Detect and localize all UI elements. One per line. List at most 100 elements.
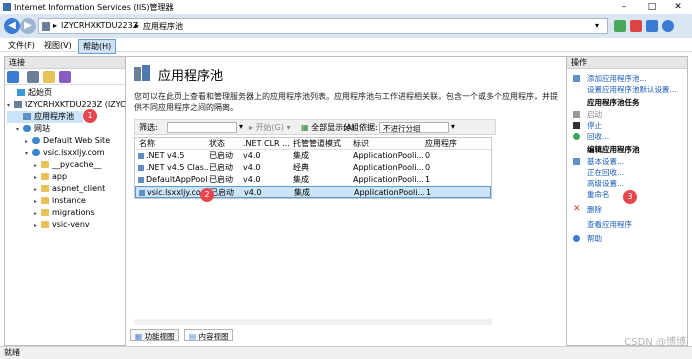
tab-content-view[interactable]: ▤ 内容视图 bbox=[184, 329, 234, 341]
go-button[interactable]: ▸ 开始(G) ▾ bbox=[249, 122, 291, 133]
step-badge-3: 3 bbox=[623, 190, 637, 204]
home-icon[interactable] bbox=[646, 20, 658, 32]
tree-item-default-site[interactable]: ▸ Default Web Site bbox=[7, 135, 125, 147]
app-pools-icon bbox=[134, 65, 152, 83]
sites-icon bbox=[23, 125, 31, 132]
step-badge-1: 1 bbox=[83, 109, 97, 123]
filter-input[interactable] bbox=[167, 122, 237, 133]
connections-header: 连接 bbox=[5, 57, 125, 69]
tree-item-folder[interactable]: ▸ __pycache__ bbox=[7, 159, 125, 171]
connections-pane: 连接 起始页 ▾ IZYCRHXKTDU223Z (IZYCR 应用程序池 ▾ 网站… bbox=[4, 56, 131, 346]
action-delete[interactable]: ✕ 删除 bbox=[567, 204, 687, 215]
maximize-icon[interactable]: □ bbox=[638, 0, 666, 14]
connect-icon[interactable] bbox=[7, 71, 19, 83]
add-pool-icon bbox=[573, 75, 580, 82]
col-apps[interactable]: 应用程序 bbox=[425, 138, 475, 150]
help-icon[interactable] bbox=[662, 20, 674, 32]
table-row[interactable]: .NET v4.5 已启动 v4.0 集成 ApplicationPooli..… bbox=[135, 150, 491, 162]
tree-item-start[interactable]: 起始页 bbox=[7, 87, 125, 99]
tree-item-vsic[interactable]: ▾ vsic.lsxxljy.com bbox=[7, 147, 125, 159]
tree-item-folder[interactable]: ▸ vsic-venv bbox=[7, 219, 125, 231]
page-description: 您可以在此页上查看和管理服务器上的应用程序池列表。应用程序池与工作进程相关联，包… bbox=[134, 92, 558, 112]
group-by-select[interactable]: 不进行分组 bbox=[379, 122, 449, 133]
action-advanced-settings[interactable]: 高级设置... bbox=[567, 178, 687, 189]
folder-icon bbox=[41, 173, 49, 180]
globe-icon bbox=[32, 149, 40, 156]
breadcrumb[interactable]: ▸ IZYCRHXKTDU223Z ▸ 应用程序池 ▾ bbox=[38, 18, 608, 34]
save-icon[interactable] bbox=[27, 71, 39, 83]
pool-icon bbox=[138, 153, 144, 159]
action-add-pool[interactable]: 添加应用程序池... bbox=[567, 73, 687, 84]
refresh-icon[interactable] bbox=[614, 20, 626, 32]
main-pane: 应用程序池 您可以在此页上查看和管理服务器上的应用程序池列表。应用程序池与工作进… bbox=[126, 56, 566, 346]
collapse-icon[interactable]: ▾ bbox=[16, 124, 23, 136]
forward-icon[interactable]: ▶ bbox=[20, 18, 36, 34]
step-badge-2: 2 bbox=[200, 188, 214, 202]
show-all-icon: ▦ bbox=[301, 123, 309, 132]
action-start[interactable]: 启动 bbox=[567, 109, 687, 120]
folder-icon bbox=[41, 209, 49, 216]
collapse-icon[interactable]: ▾ bbox=[25, 148, 32, 160]
tree-item-folder[interactable]: ▸ aspnet_client bbox=[7, 183, 125, 195]
menu-help[interactable]: 帮助(H) bbox=[78, 39, 117, 54]
expand-icon[interactable]: ▸ bbox=[34, 220, 41, 232]
content-view-icon: ▤ bbox=[189, 332, 197, 341]
action-basic-settings[interactable]: 基本设置... bbox=[567, 156, 687, 167]
tree-item-app-pools[interactable]: 应用程序池 bbox=[7, 111, 83, 123]
back-icon[interactable]: ◀ bbox=[4, 18, 20, 34]
status-bar: 就绪 bbox=[0, 346, 692, 359]
up-icon[interactable] bbox=[43, 71, 55, 83]
stop-icon[interactable] bbox=[630, 20, 642, 32]
minimize-icon[interactable]: – bbox=[610, 0, 638, 14]
table-row[interactable]: DefaultAppPool 已启动 v4.0 集成 ApplicationPo… bbox=[135, 174, 491, 186]
col-pipeline[interactable]: 托管管道模式 bbox=[293, 138, 351, 150]
actions-list: 添加应用程序池... 设置应用程序池默认设置... 应用程序池任务 启动 停止 … bbox=[567, 73, 687, 244]
start-page-icon bbox=[17, 89, 25, 96]
breadcrumb-page[interactable]: 应用程序池 bbox=[143, 21, 183, 32]
tree-item-sites[interactable]: ▾ 网站 bbox=[7, 123, 125, 135]
folder-icon bbox=[41, 221, 49, 228]
pool-icon bbox=[138, 165, 144, 171]
tree-item-folder[interactable]: ▸ instance bbox=[7, 195, 125, 207]
tree-item-folder[interactable]: ▸ app bbox=[7, 171, 125, 183]
folder-icon bbox=[41, 185, 49, 192]
address-bar: ◀ ▶ ▸ IZYCRHXKTDU223Z ▸ 应用程序池 ▾ bbox=[0, 14, 692, 38]
server-icon bbox=[14, 101, 22, 108]
features-view-icon: ▦ bbox=[135, 332, 143, 341]
recycle-icon bbox=[573, 133, 580, 140]
col-name[interactable]: 名称 bbox=[139, 138, 209, 150]
tab-features-view[interactable]: ▦ 功能视图 bbox=[130, 329, 180, 341]
dropdown-icon[interactable]: ▾ bbox=[595, 21, 599, 30]
tree-item-folder[interactable]: ▸ migrations bbox=[7, 207, 125, 219]
breadcrumb-sep-icon: ▸ bbox=[53, 21, 58, 30]
folder-icon bbox=[41, 161, 49, 168]
col-status[interactable]: 状态 bbox=[209, 138, 243, 150]
breadcrumb-host[interactable]: IZYCRHXKTDU223Z bbox=[61, 21, 138, 30]
col-clr[interactable]: .NET CLR ... bbox=[243, 138, 291, 150]
actions-pane: 操作 添加应用程序池... 设置应用程序池默认设置... 应用程序池任务 启动 … bbox=[566, 56, 688, 346]
stop-icon bbox=[573, 122, 580, 129]
server-icon bbox=[42, 22, 50, 31]
filter-bar: 筛选: ▾ ▸ 开始(G) ▾ ▦ 全部显示(A) 分组依据: 不进行分组 ▾ bbox=[134, 119, 496, 135]
globe-icon bbox=[32, 137, 40, 144]
action-view-apps[interactable]: 查看应用程序 bbox=[567, 219, 687, 230]
menu-view[interactable]: 视图(V) bbox=[40, 39, 76, 52]
table-row-selected[interactable]: vsic.lsxxljy.com 已启动 v4.0 集成 Application… bbox=[135, 186, 491, 198]
tree-item-server[interactable]: ▾ IZYCRHXKTDU223Z (IZYCR bbox=[7, 99, 131, 112]
col-identity[interactable]: 标识 bbox=[353, 138, 423, 150]
action-help[interactable]: 帮助 bbox=[567, 233, 687, 244]
close-icon[interactable]: ✕ bbox=[664, 0, 692, 14]
scrollbar[interactable] bbox=[134, 319, 492, 325]
page-title: 应用程序池 bbox=[158, 69, 224, 84]
table-row[interactable]: .NET v4.5 Clas... 已启动 v4.0 经典 Applicatio… bbox=[135, 162, 491, 174]
action-stop[interactable]: 停止 bbox=[567, 120, 687, 131]
filter-dropdown-icon[interactable]: ▾ bbox=[239, 122, 243, 131]
disconnect-icon[interactable] bbox=[59, 71, 71, 83]
action-recycle[interactable]: 回收... bbox=[567, 131, 687, 142]
action-set-defaults[interactable]: 设置应用程序池默认设置... bbox=[567, 84, 687, 95]
group-dropdown-icon[interactable]: ▾ bbox=[451, 122, 455, 131]
title-bar: Internet Information Services (IIS)管理器 –… bbox=[0, 0, 692, 14]
collapse-icon[interactable]: ▾ bbox=[7, 100, 14, 112]
action-recycling[interactable]: 正在回收... bbox=[567, 167, 687, 178]
menu-file[interactable]: 文件(F) bbox=[4, 39, 39, 52]
